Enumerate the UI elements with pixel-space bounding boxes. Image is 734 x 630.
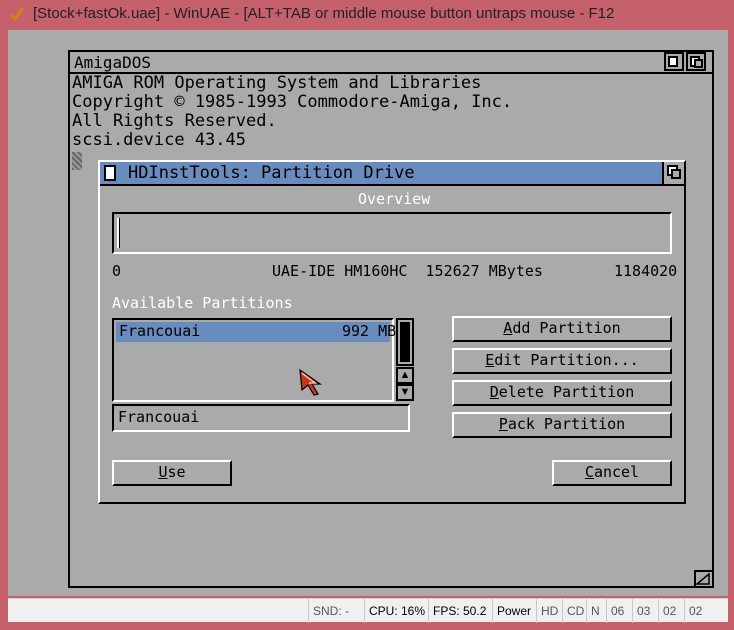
- partition-list[interactable]: Francouai 992 MB: [112, 318, 396, 402]
- cancel-button[interactable]: Cancel: [552, 460, 672, 486]
- shell-line: All Rights Reserved.: [72, 111, 277, 131]
- winuae-check-icon: [9, 7, 25, 22]
- dialog-title: HDInstTools: Partition Drive: [128, 163, 415, 183]
- mouse-pointer-icon: [299, 368, 322, 396]
- drive-df0-track[interactable]: 06: [606, 599, 628, 623]
- n-led[interactable]: N: [586, 599, 604, 623]
- shell-title-bar[interactable]: AmigaDOS: [70, 52, 712, 74]
- partition-name-field[interactable]: Francouai: [112, 404, 410, 432]
- shell-line: Copyright © 1985-1993 Commodore-Amiga, I…: [72, 92, 513, 112]
- partition-name-value: Francouai: [118, 408, 200, 426]
- drive-df3-track[interactable]: 02: [684, 599, 706, 623]
- scroll-track[interactable]: [396, 318, 414, 366]
- amiga-screen[interactable]: AmigaDOS AMIGA ROM Operating System and …: [8, 30, 728, 596]
- dialog-title-bar[interactable]: HDInstTools: Partition Drive: [100, 162, 684, 186]
- list-item[interactable]: Francouai 992 MB: [116, 322, 396, 342]
- available-partitions-label: Available Partitions: [112, 294, 293, 312]
- sound-status: SND: -: [308, 599, 353, 623]
- fps-status: FPS: 50.2: [428, 599, 490, 623]
- scroll-up-arrow-icon[interactable]: ▲: [396, 367, 414, 384]
- add-partition-button[interactable]: Add Partition: [452, 316, 672, 342]
- shell-line: AMIGA ROM Operating System and Libraries: [72, 73, 482, 93]
- edit-partition-button[interactable]: Edit Partition...: [452, 348, 672, 374]
- shell-cursor: [72, 152, 82, 170]
- host-title-bar[interactable]: [Stock+fastOk.uae] - WinUAE - [ALT+TAB o…: [0, 0, 734, 30]
- overview-drive-info: UAE-IDE HM160HC 152627 MBytes: [272, 262, 543, 280]
- partition-list-scrollbar[interactable]: ▲ ▼: [396, 318, 414, 402]
- scroll-thumb[interactable]: [400, 322, 410, 362]
- cd-led[interactable]: CD: [562, 599, 588, 623]
- overview-end-cylinder: 1184020: [614, 262, 678, 280]
- winuae-status-bar: SND: - CPU: 16% FPS: 50.2 Power HD CD N …: [8, 598, 728, 623]
- delete-partition-button[interactable]: Delete Partition: [452, 380, 672, 406]
- drive-df1-track[interactable]: 03: [632, 599, 654, 623]
- pack-partition-button[interactable]: Pack Partition: [452, 412, 672, 438]
- depth-gadget-icon[interactable]: [662, 162, 684, 184]
- use-button[interactable]: Use: [112, 460, 232, 486]
- hd-led[interactable]: HD: [536, 599, 562, 623]
- drive-df2-track[interactable]: 02: [658, 599, 680, 623]
- resize-gadget-icon[interactable]: [694, 570, 712, 586]
- shell-output: AMIGA ROM Operating System and Libraries…: [72, 74, 512, 150]
- power-led[interactable]: Power: [492, 599, 535, 623]
- depth-gadget-icon[interactable]: [686, 52, 706, 71]
- drive-overview-bar[interactable]: [112, 212, 672, 254]
- cpu-status: CPU: 16%: [364, 599, 429, 623]
- partition-name: Francouai: [119, 322, 201, 340]
- overview-marker[interactable]: [117, 218, 120, 248]
- close-gadget-icon[interactable]: [104, 165, 116, 181]
- partition-size: 992 MB: [342, 322, 397, 340]
- overview-start-cylinder: 0: [112, 262, 122, 280]
- scroll-down-arrow-icon[interactable]: ▼: [396, 384, 414, 401]
- partition-drive-dialog[interactable]: HDInstTools: Partition Drive Overview 0 …: [98, 160, 686, 504]
- shell-line: scsi.device 43.45: [72, 130, 246, 150]
- shell-title: AmigaDOS: [74, 53, 152, 72]
- overview-label: Overview: [358, 190, 431, 208]
- host-window-title: [Stock+fastOk.uae] - WinUAE - [ALT+TAB o…: [33, 5, 615, 22]
- zoom-gadget-icon[interactable]: [664, 52, 684, 71]
